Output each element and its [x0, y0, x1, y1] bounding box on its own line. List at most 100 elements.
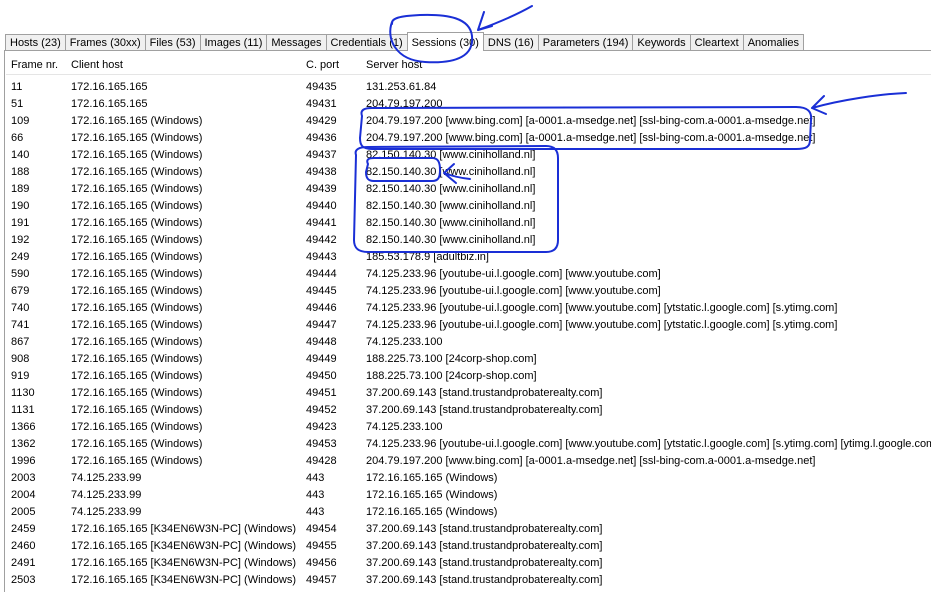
table-row[interactable]: 192 172.16.165.165 (Windows) 49442 82.150.1… [6, 232, 931, 249]
cell-server-host: 188.225.73.100 [24corp-shop.com] [366, 353, 537, 365]
table-row[interactable]: 11 172.16.165.165 49435 131.253.61.84 [6, 79, 931, 96]
cell-client-port: 49443 [306, 251, 337, 263]
table-row[interactable]: 109 172.16.165.165 (Windows) 49429 204.79.1… [6, 113, 931, 130]
tab-cleartext[interactable]: Cleartext [689, 34, 744, 51]
table-row[interactable]: 2004 74.125.233.99 443 172.16.165.165 (Wind… [6, 487, 931, 504]
cell-client-host: 172.16.165.165 [K34EN6W3N-PC] (Windows) [71, 557, 296, 569]
cell-server-host: 204.79.197.200 [www.bing.com] [a-0001.a-… [366, 132, 816, 144]
tab-keywords[interactable]: Keywords [632, 34, 691, 51]
cell-client-port: 49453 [306, 438, 337, 450]
cell-client-port: 49439 [306, 183, 337, 195]
table-row[interactable]: 1996 172.16.165.165 (Windows) 49428 204.79.… [6, 453, 931, 470]
table-row[interactable]: 190 172.16.165.165 (Windows) 49440 82.150.1… [6, 198, 931, 215]
cell-frame-nr: 2005 [11, 506, 36, 518]
table-row[interactable]: 867 172.16.165.165 (Windows) 49448 74.125.2… [6, 334, 931, 351]
table-row[interactable]: 191 172.16.165.165 (Windows) 49441 82.150.1… [6, 215, 931, 232]
tab-images[interactable]: Images (11) [199, 34, 268, 51]
cell-server-host: 204.79.197.200 [366, 98, 443, 110]
table-row[interactable]: 2005 74.125.233.99 443 172.16.165.165 (Wind… [6, 504, 931, 521]
cell-server-host: 37.200.69.143 [stand.trustandprobatereal… [366, 557, 603, 569]
cell-client-host: 172.16.165.165 (Windows) [71, 132, 203, 144]
cell-frame-nr: 2491 [11, 557, 36, 569]
cell-server-host: 74.125.233.96 [youtube-ui.l.google.com] … [366, 302, 838, 314]
cell-client-host: 172.16.165.165 (Windows) [71, 166, 203, 178]
cell-client-host: 172.16.165.165 (Windows) [71, 370, 203, 382]
tab-messages[interactable]: Messages [266, 34, 327, 51]
cell-frame-nr: 191 [11, 217, 30, 229]
cell-client-port: 49449 [306, 353, 337, 365]
cell-frame-nr: 590 [11, 268, 30, 280]
cell-client-port: 443 [306, 472, 325, 484]
table-row[interactable]: 189 172.16.165.165 (Windows) 49439 82.150.1… [6, 181, 931, 198]
tab-bar: Hosts (23) Frames (30xx) Files (53) Images … [5, 32, 805, 51]
tab-credentials[interactable]: Credentials (1) [325, 34, 408, 51]
table-row[interactable]: 2003 74.125.233.99 443 172.16.165.165 (Wind… [6, 470, 931, 487]
cell-server-host: 82.150.140.30 [www.ciniholland.nl] [366, 234, 536, 246]
table-row[interactable]: 188 172.16.165.165 (Windows) 49438 82.150.1… [6, 164, 931, 181]
cell-client-host: 172.16.165.165 (Windows) [71, 285, 203, 297]
table-row[interactable]: 1130 172.16.165.165 (Windows) 49451 37.200.… [6, 385, 931, 402]
cell-frame-nr: 2459 [11, 523, 36, 535]
tab-dns[interactable]: DNS (16) [482, 34, 539, 51]
cell-client-host: 172.16.165.165 (Windows) [71, 387, 203, 399]
cell-client-port: 49444 [306, 268, 337, 280]
cell-server-host: 82.150.140.30 [www.ciniholland.nl] [366, 217, 536, 229]
cell-frame-nr: 2003 [11, 472, 36, 484]
column-header-frame-nr[interactable]: Frame nr. [11, 59, 58, 71]
tab-sessions[interactable]: Sessions (30) [406, 32, 484, 51]
table-row[interactable]: 741 172.16.165.165 (Windows) 49447 74.125.2… [6, 317, 931, 334]
table-row[interactable]: 1362 172.16.165.165 (Windows) 49453 74.125.… [6, 436, 931, 453]
cell-client-host: 172.16.165.165 [K34EN6W3N-PC] (Windows) [71, 540, 296, 552]
table-row[interactable]: 2503 172.16.165.165 [K34EN6W3N-PC] (Windo… [6, 572, 931, 589]
cell-server-host: 37.200.69.143 [stand.trustandprobatereal… [366, 574, 603, 586]
cell-server-host: 82.150.140.30 [www.ciniholland.nl] [366, 149, 536, 161]
table-row[interactable]: 740 172.16.165.165 (Windows) 49446 74.125.2… [6, 300, 931, 317]
table-row[interactable]: 1366 172.16.165.165 (Windows) 49423 74.125.… [6, 419, 931, 436]
table-row[interactable]: 2491 172.16.165.165 [K34EN6W3N-PC] (Windo… [6, 555, 931, 572]
tab-files[interactable]: Files (53) [144, 34, 201, 51]
table-row[interactable]: 919 172.16.165.165 (Windows) 49450 188.225.… [6, 368, 931, 385]
table-row[interactable]: 51 172.16.165.165 49431 204.79.197.200 [6, 96, 931, 113]
cell-server-host: 185.53.178.9 [adultbiz.in] [366, 251, 489, 263]
cell-client-host: 172.16.165.165 (Windows) [71, 217, 203, 229]
table-row[interactable]: 2459 172.16.165.165 [K34EN6W3N-PC] (Windo… [6, 521, 931, 538]
cell-client-port: 443 [306, 489, 325, 501]
cell-frame-nr: 741 [11, 319, 30, 331]
column-header-server-host[interactable]: Server host [366, 59, 422, 71]
table-row[interactable]: 140 172.16.165.165 (Windows) 49437 82.150.1… [6, 147, 931, 164]
cell-client-port: 49437 [306, 149, 337, 161]
tab-parameters[interactable]: Parameters (194) [537, 34, 634, 51]
cell-client-host: 172.16.165.165 (Windows) [71, 455, 203, 467]
table-row[interactable]: 590 172.16.165.165 (Windows) 49444 74.125.2… [6, 266, 931, 283]
tab-anomalies[interactable]: Anomalies [742, 34, 805, 51]
cell-frame-nr: 2460 [11, 540, 36, 552]
cell-client-host: 172.16.165.165 (Windows) [71, 183, 203, 195]
cell-frame-nr: 192 [11, 234, 30, 246]
cell-frame-nr: 679 [11, 285, 30, 297]
table-row[interactable]: 1131 172.16.165.165 (Windows) 49452 37.200.… [6, 402, 931, 419]
table-row[interactable]: 908 172.16.165.165 (Windows) 49449 188.225.… [6, 351, 931, 368]
cell-frame-nr: 51 [11, 98, 24, 110]
cell-client-host: 172.16.165.165 (Windows) [71, 302, 203, 314]
table-row[interactable]: 249 172.16.165.165 (Windows) 49443 185.53.1… [6, 249, 931, 266]
tab-strip: Hosts (23) Frames (30xx) Files (53) Images … [0, 0, 931, 51]
column-header-client-host[interactable]: Client host [71, 59, 123, 71]
cell-frame-nr: 908 [11, 353, 30, 365]
table-row[interactable]: 2460 172.16.165.165 [K34EN6W3N-PC] (Windo… [6, 538, 931, 555]
table-row[interactable]: 679 172.16.165.165 (Windows) 49445 74.125.2… [6, 283, 931, 300]
cell-client-host: 172.16.165.165 (Windows) [71, 336, 203, 348]
cell-client-host: 172.16.165.165 (Windows) [71, 438, 203, 450]
cell-server-host: 74.125.233.100 [366, 421, 443, 433]
cell-server-host: 172.16.165.165 (Windows) [366, 506, 498, 518]
cell-client-host: 172.16.165.165 [71, 98, 148, 110]
cell-server-host: 204.79.197.200 [www.bing.com] [a-0001.a-… [366, 455, 816, 467]
tab-frames[interactable]: Frames (30xx) [64, 34, 146, 51]
column-header-client-port[interactable]: C. port [306, 59, 339, 71]
cell-client-host: 172.16.165.165 (Windows) [71, 404, 203, 416]
cell-client-host: 172.16.165.165 (Windows) [71, 353, 203, 365]
cell-frame-nr: 740 [11, 302, 30, 314]
table-row[interactable]: 66 172.16.165.165 (Windows) 49436 204.79.19… [6, 130, 931, 147]
cell-client-host: 172.16.165.165 (Windows) [71, 115, 203, 127]
tab-hosts[interactable]: Hosts (23) [5, 34, 66, 51]
cell-frame-nr: 190 [11, 200, 30, 212]
